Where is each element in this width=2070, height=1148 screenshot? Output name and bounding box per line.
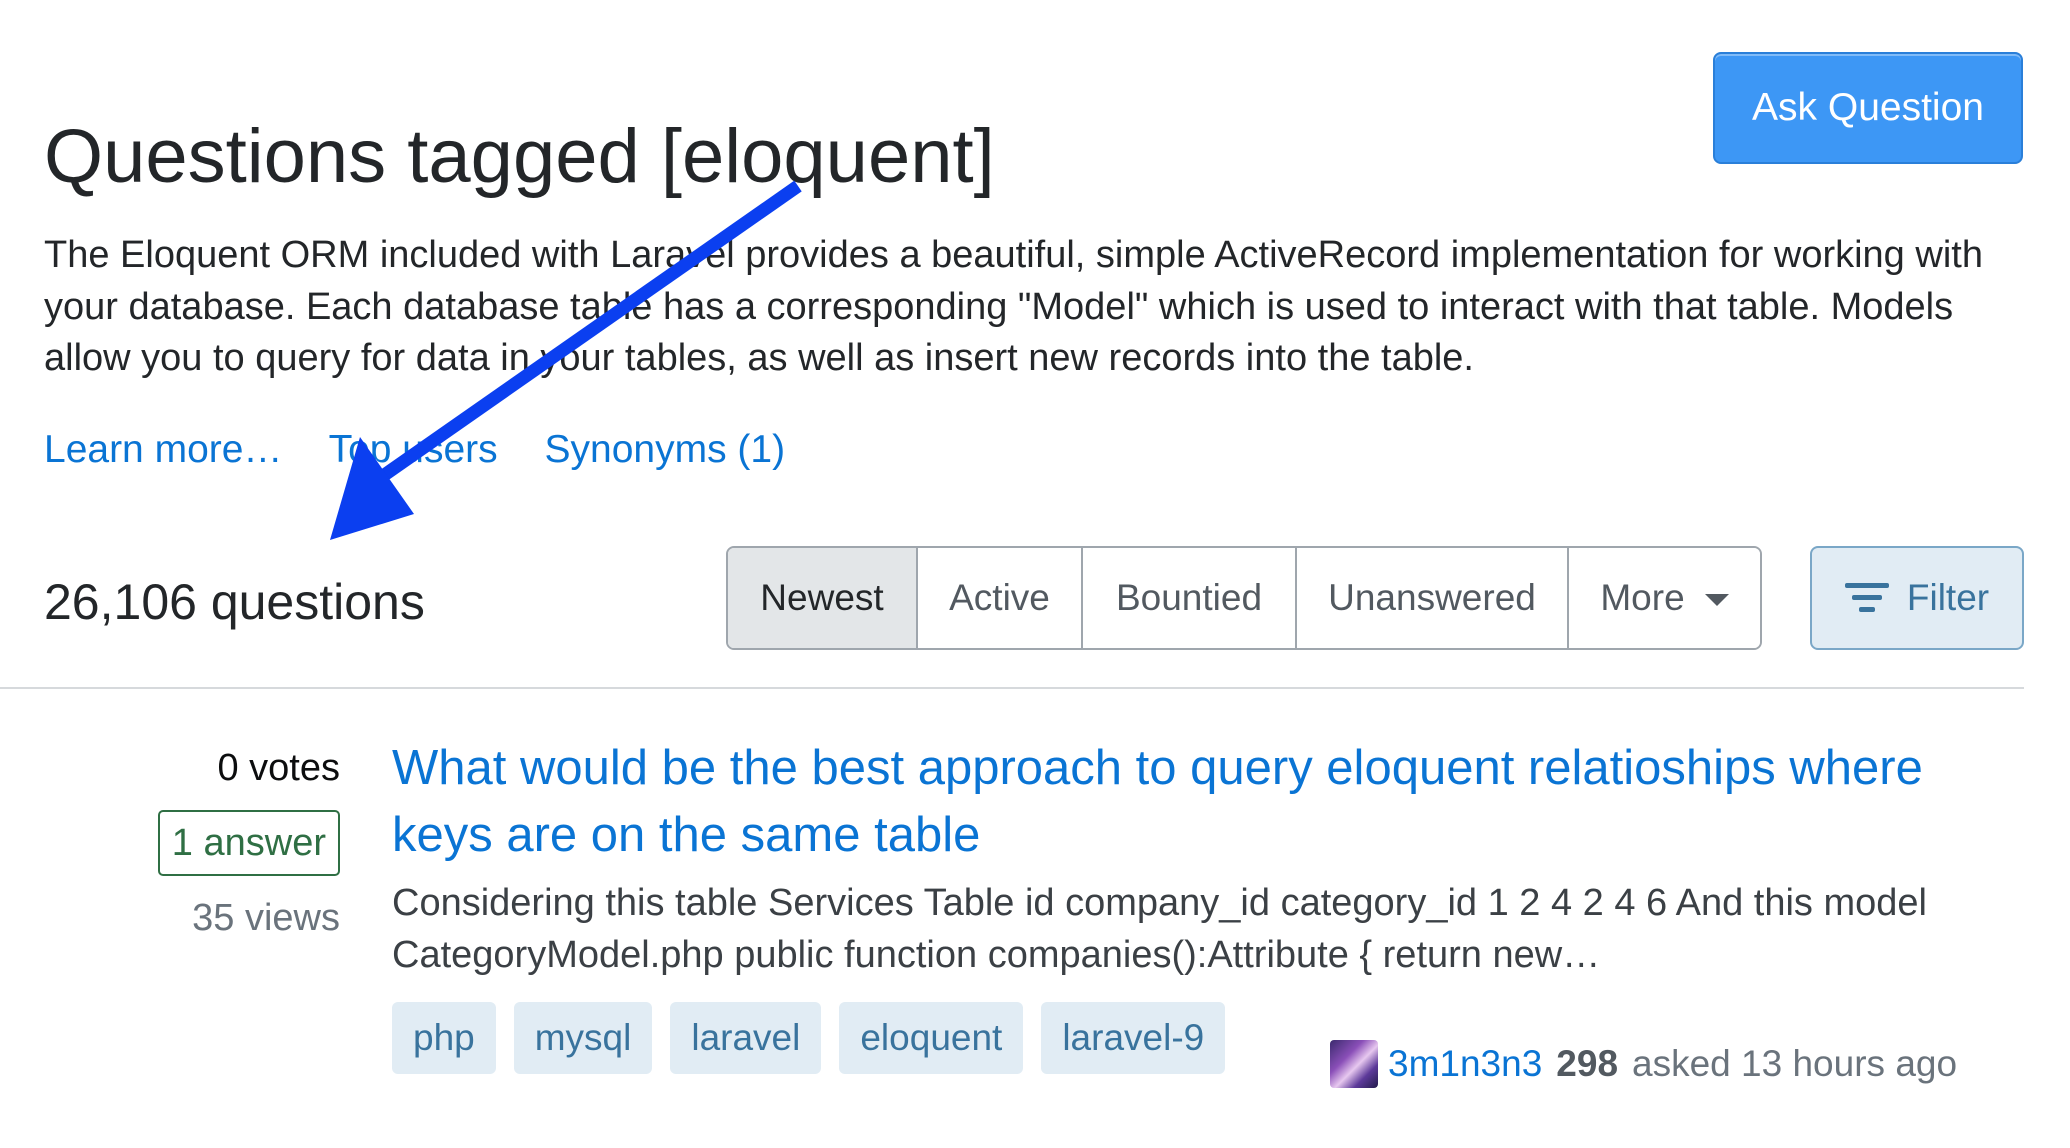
- avatar[interactable]: [1330, 1040, 1378, 1088]
- tab-more-label: More: [1600, 577, 1685, 618]
- synonyms-link[interactable]: Synonyms (1): [545, 428, 786, 471]
- tab-active[interactable]: Active: [918, 548, 1083, 648]
- user-card: 3m1n3n3 298 asked 13 hours ago: [1330, 1036, 1957, 1092]
- question-count: 26,106 questions: [44, 574, 425, 630]
- question-tags: php mysql laravel eloquent laravel-9: [392, 1002, 1226, 1074]
- filter-button[interactable]: Filter: [1810, 546, 2024, 650]
- question-title-link[interactable]: What would be the best approach to query…: [392, 735, 1972, 869]
- tag-eloquent[interactable]: eloquent: [839, 1002, 1024, 1074]
- vote-count: 0 votes: [217, 747, 340, 789]
- top-users-link[interactable]: Top users: [329, 428, 498, 471]
- question-excerpt: Considering this table Services Table id…: [392, 882, 1927, 976]
- tab-more[interactable]: More: [1569, 548, 1760, 648]
- page-title: Questions tagged [eloquent]: [44, 113, 995, 199]
- filter-button-label: Filter: [1906, 577, 1990, 618]
- view-count: 35 views: [192, 897, 340, 939]
- tab-bountied[interactable]: Bountied: [1083, 548, 1297, 648]
- tag-laravel[interactable]: laravel: [670, 1002, 822, 1074]
- sort-tabs: Newest Active Bountied Unanswered More: [726, 546, 1762, 650]
- tag-laravel-9[interactable]: laravel-9: [1041, 1002, 1226, 1074]
- tab-newest[interactable]: Newest: [728, 548, 918, 648]
- username-link[interactable]: 3m1n3n3: [1388, 1043, 1542, 1085]
- learn-more-link[interactable]: Learn more…: [44, 428, 282, 471]
- divider: [0, 687, 2024, 689]
- answer-count-badge: 1 answer: [157, 810, 340, 876]
- tag-php[interactable]: php: [392, 1002, 496, 1074]
- ask-question-button[interactable]: Ask Question: [1713, 52, 2023, 164]
- filter-lines-icon: [1844, 581, 1889, 615]
- tab-unanswered[interactable]: Unanswered: [1297, 548, 1569, 648]
- reputation-score: 298: [1556, 1043, 1619, 1084]
- asked-time: asked 13 hours ago: [1632, 1043, 1958, 1084]
- tag-description: The Eloquent ORM included with Laravel p…: [44, 234, 1983, 379]
- tag-links: Learn more… Top users Synonyms (1): [44, 422, 821, 478]
- questions-page: Questions tagged [eloquent] Ask Question…: [0, 0, 2070, 1148]
- tag-mysql[interactable]: mysql: [513, 1002, 653, 1074]
- caret-down-icon: [1704, 594, 1729, 606]
- question-stats: 0 votes 1 answer 35 views: [40, 738, 340, 948]
